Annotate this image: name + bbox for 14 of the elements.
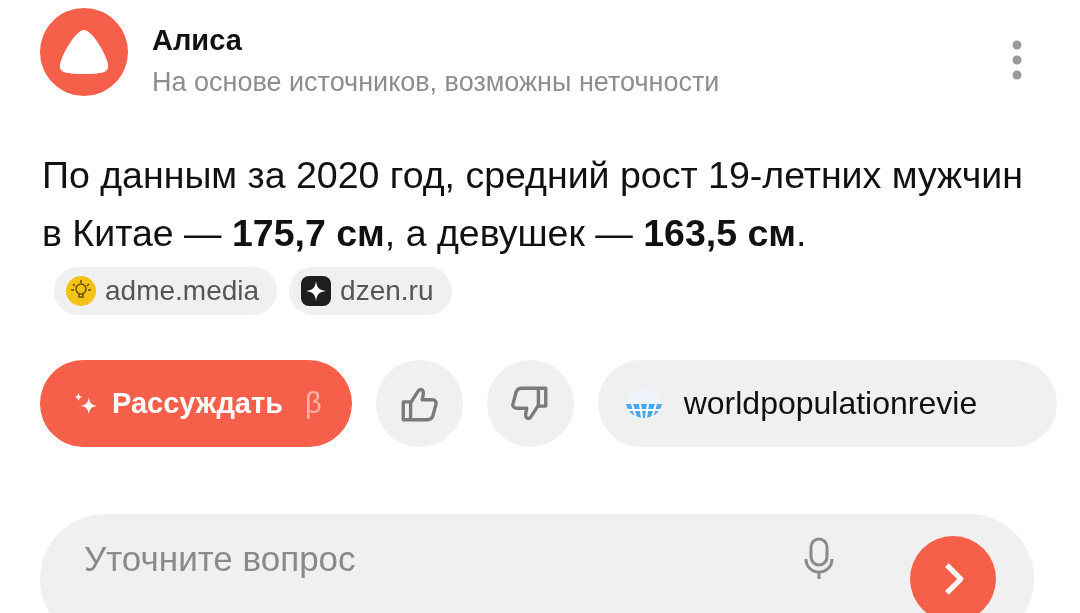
question-field[interactable]: Уточните вопрос bbox=[84, 539, 804, 579]
more-options-icon[interactable] bbox=[1012, 40, 1022, 80]
lightbulb-icon bbox=[66, 276, 96, 307]
source-link[interactable]: worldpopulationrevie bbox=[597, 360, 1058, 447]
assistant-name: Алиса bbox=[152, 23, 243, 58]
microphone-icon[interactable] bbox=[804, 537, 834, 581]
sparkle-icon bbox=[301, 276, 332, 307]
source-chip[interactable]: adme.media bbox=[54, 267, 278, 316]
source-chip[interactable]: dzen.ru bbox=[289, 267, 452, 316]
disclaimer-text: На основе источников, возможны неточности bbox=[152, 66, 721, 99]
assistant-logo-icon bbox=[40, 8, 128, 96]
beta-label: β bbox=[304, 387, 322, 420]
globe-icon bbox=[623, 388, 664, 419]
answer-text: По данным за 2020 год, средний рост 19-летних мужчин в Китае — 175,7 см, а девушек — 163,5 см. adme.media dzen.ru bbox=[42, 146, 1027, 320]
